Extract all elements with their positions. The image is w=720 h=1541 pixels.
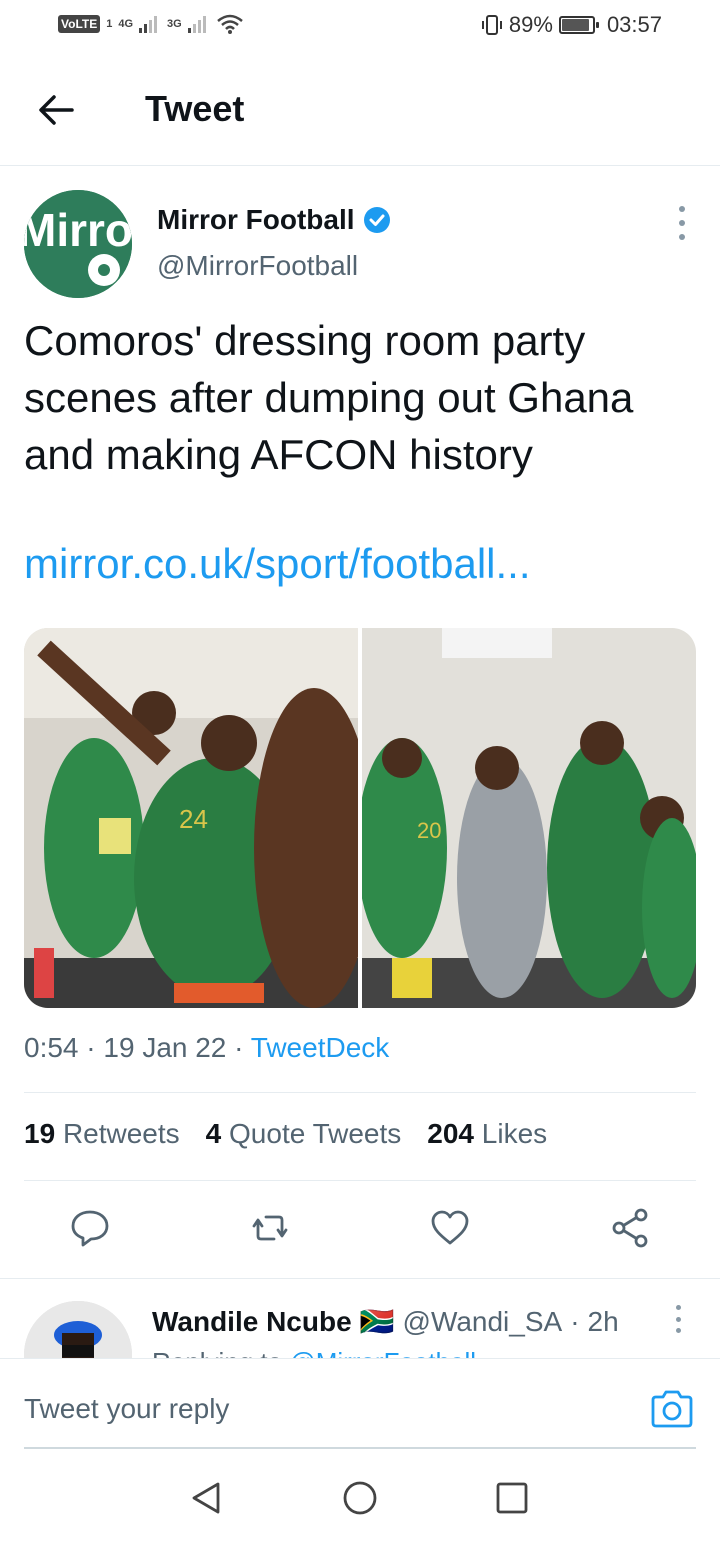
retweets-label: Retweets (62, 1118, 180, 1149)
status-bar: VoLTE 1 4G 3G 89% 03:57 (0, 0, 720, 56)
svg-text:20: 20 (417, 818, 441, 843)
svg-text:Mirror: Mirror (24, 204, 132, 256)
more-options-icon[interactable] (676, 206, 688, 240)
battery-icon (558, 16, 599, 34)
reply-age: 2h (587, 1305, 619, 1337)
author-avatar[interactable]: Mirror (24, 190, 132, 298)
network-type-2: 3G (167, 18, 182, 30)
vibrate-icon (481, 15, 502, 35)
tweet-actions (0, 1190, 720, 1270)
sim-slot: 1 (106, 18, 113, 30)
reply-header: Wandile Ncube 🇿🇦 @Wandi_SA · 2h (152, 1305, 619, 1338)
quotes-count: 4 (205, 1118, 222, 1149)
replying-to-mention[interactable]: @MirrorFootball (289, 1347, 476, 1358)
status-left: VoLTE 1 4G 3G (58, 14, 244, 34)
reply-author-handle[interactable]: @Wandi_SA (403, 1306, 563, 1338)
tweet-meta: 0:54 · 19 Jan 22 · TweetDeck (24, 1032, 390, 1063)
share-icon[interactable] (608, 1206, 652, 1250)
volte-badge: VoLTE (58, 15, 101, 33)
likes-label: Likes (481, 1118, 548, 1149)
signal-icon-2 (187, 16, 206, 33)
tweet-source[interactable]: TweetDeck (251, 1032, 390, 1063)
retweet-icon[interactable] (248, 1206, 292, 1250)
signal-icon (139, 16, 158, 33)
top-app-bar: Tweet (0, 56, 720, 166)
flag-icon: 🇿🇦 (359, 1306, 395, 1337)
status-right: 89% 03:57 (481, 12, 662, 38)
replying-to: Replying to @MirrorFootball (152, 1347, 476, 1358)
mirror-logo-icon: Mirror (24, 190, 132, 298)
replying-prefix: Replying to (152, 1347, 282, 1358)
reply-more-options-icon[interactable] (672, 1305, 684, 1333)
likes-count: 204 (427, 1118, 474, 1149)
quotes-label: Quote Tweets (229, 1118, 402, 1149)
media-image-left[interactable]: 24 (24, 628, 358, 1008)
author-name[interactable]: Mirror Football (157, 204, 391, 236)
tweet-text: Comoros' dressing room party scenes afte… (24, 317, 634, 478)
media-image-right[interactable]: 20 (362, 628, 696, 1008)
likes-stat[interactable]: 204 Likes (427, 1118, 547, 1150)
tweet-date: 19 Jan 22 (103, 1032, 227, 1063)
clock: 03:57 (606, 12, 662, 37)
network-type-1: 4G (118, 18, 134, 30)
verified-badge-icon (363, 207, 390, 233)
back-arrow-icon[interactable] (36, 90, 76, 130)
reply-item[interactable]: Wandile Ncube 🇿🇦 @Wandi_SA · 2h Replying… (0, 1278, 720, 1358)
reply-author-name[interactable]: Wandile Ncube (152, 1306, 352, 1338)
nav-back-icon[interactable] (188, 1480, 224, 1516)
wifi-icon (216, 14, 243, 34)
retweets-count: 19 (24, 1118, 56, 1149)
reply-icon[interactable] (68, 1206, 112, 1250)
reply-avatar[interactable] (24, 1301, 132, 1358)
nav-home-icon[interactable] (342, 1480, 378, 1516)
like-heart-icon[interactable] (428, 1206, 472, 1250)
page-title: Tweet (145, 88, 245, 129)
retweets-stat[interactable]: 19 Retweets (24, 1118, 180, 1150)
nav-recents-icon[interactable] (494, 1480, 530, 1516)
author-name-text: Mirror Football (157, 204, 355, 235)
input-underline (24, 1447, 696, 1449)
tweet-link[interactable]: mirror.co.uk/sport/football... (24, 540, 531, 588)
battery-percent: 89% (508, 12, 553, 37)
reply-input[interactable]: Tweet your reply (24, 1393, 229, 1425)
reply-composer: Tweet your reply (0, 1358, 720, 1449)
divider (24, 1092, 696, 1093)
tweet-time: 0:54 (24, 1032, 79, 1063)
divider (24, 1180, 696, 1181)
quotes-stat[interactable]: 4 Quote Tweets (206, 1118, 402, 1150)
author-handle[interactable]: @MirrorFootball (157, 250, 358, 282)
svg-text:24: 24 (179, 804, 208, 834)
tweet-stats: 19 Retweets 4 Quote Tweets 204 Likes (24, 1118, 547, 1150)
tweet-media[interactable]: 24 20 (24, 628, 696, 1008)
camera-icon[interactable] (650, 1389, 694, 1429)
system-nav-bar (0, 1450, 720, 1541)
